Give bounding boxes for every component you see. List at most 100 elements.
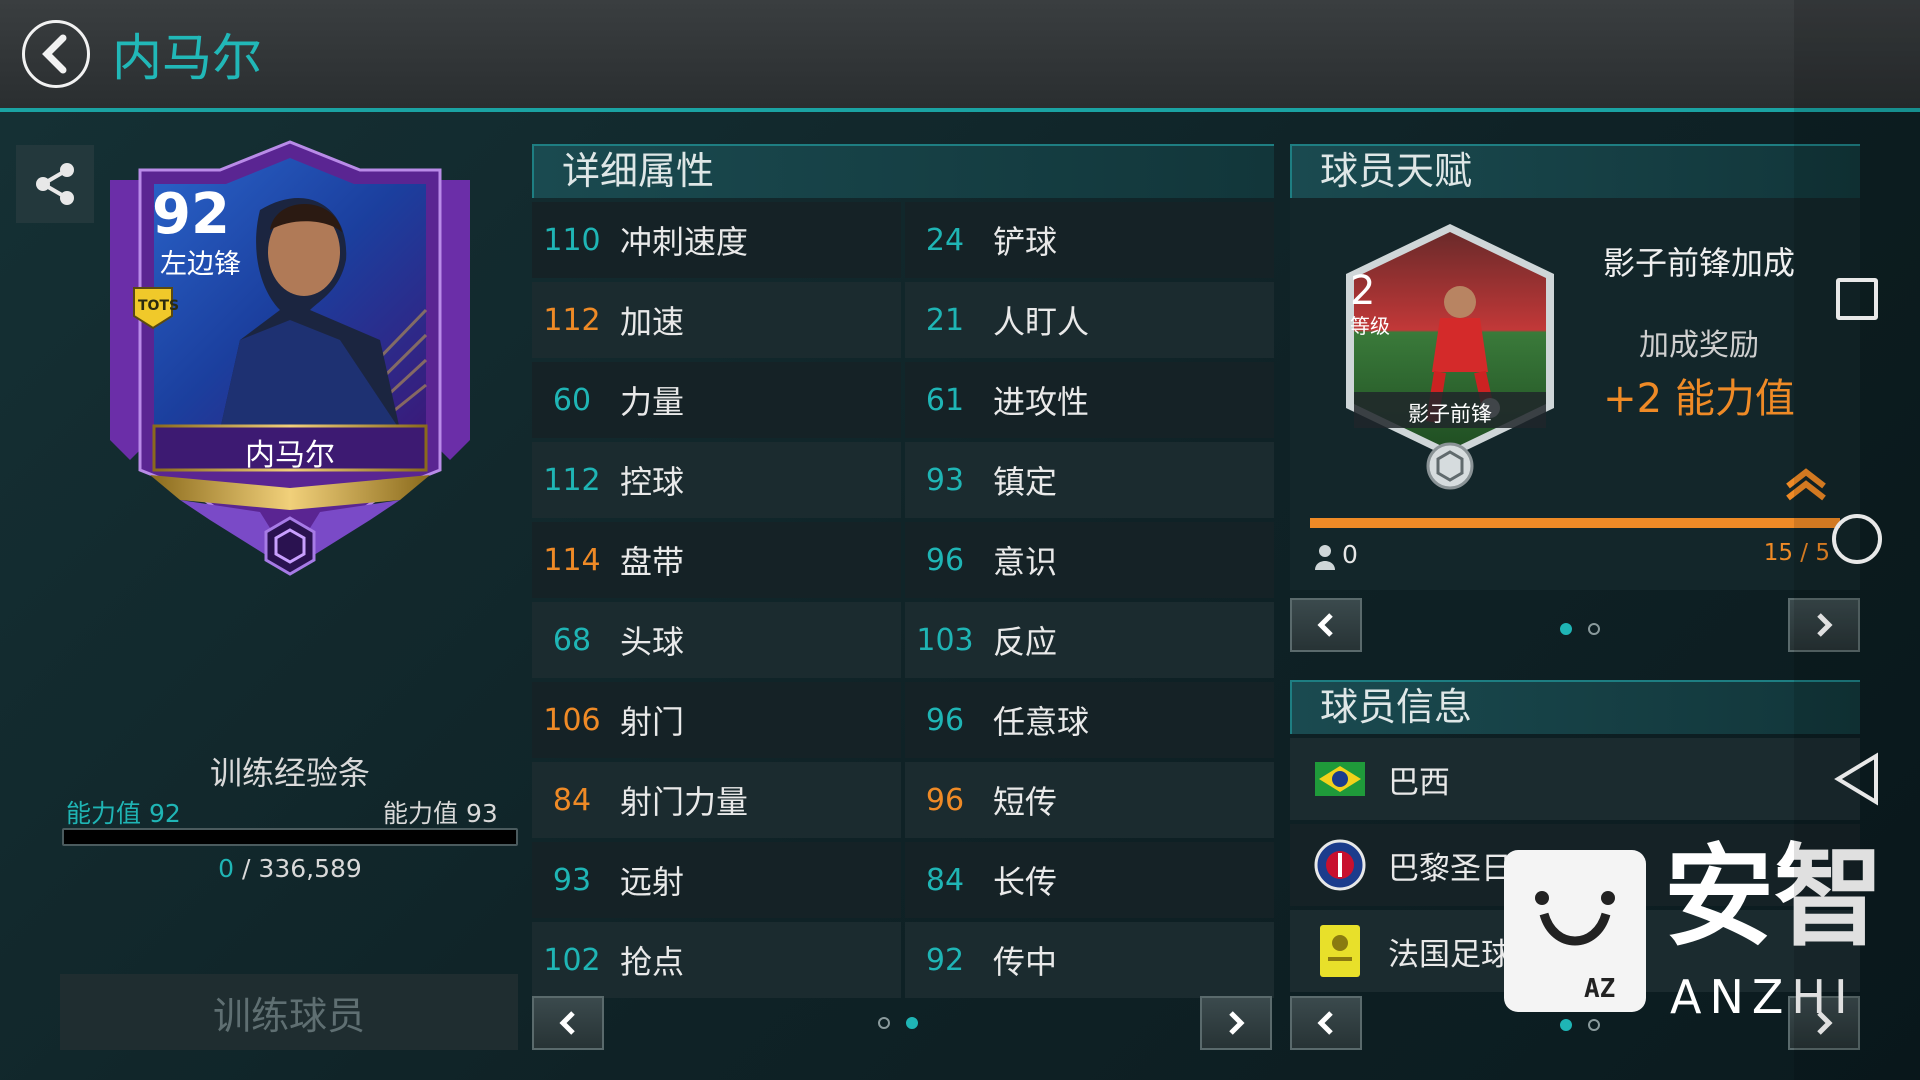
attribute-item: 96 短传 <box>905 762 1274 838</box>
attribute-item: 114 盘带 <box>532 522 901 598</box>
page-dot <box>1588 623 1600 635</box>
attribute-name: 冲刺速度 <box>620 223 749 261</box>
attribute-value: 112 <box>543 302 601 338</box>
talent-page-dots <box>1552 620 1608 639</box>
attribute-name: 传中 <box>993 943 1058 981</box>
attribute-value: 96 <box>925 542 965 578</box>
attribute-name: 长传 <box>993 863 1058 901</box>
attributes-panel: 详细属性 110 冲刺速度 24 铲球 112 加速 21 人盯人 60 力量 61 进攻性 112 控球… <box>532 144 1274 998</box>
xp-progress-bar <box>62 828 518 846</box>
attribute-value: 60 <box>552 382 592 418</box>
info-prev-button[interactable] <box>1290 996 1362 1050</box>
attribute-value: 93 <box>925 462 965 498</box>
attribute-item: 68 头球 <box>532 602 901 678</box>
person-icon <box>1315 545 1335 570</box>
talent-bonus-value: +2 能力值 <box>1603 376 1795 422</box>
attribute-name: 铲球 <box>993 223 1058 261</box>
xp-separator: / <box>242 854 251 883</box>
attribute-row: 110 冲刺速度 24 铲球 <box>532 202 1274 278</box>
attribute-row: 93 远射 84 长传 <box>532 842 1274 918</box>
train-player-button[interactable]: 训练球员 <box>60 974 518 1050</box>
talent-bonus-label: 加成奖励 <box>1639 328 1759 363</box>
attribute-value: 103 <box>916 622 974 658</box>
top-bar <box>0 0 1920 112</box>
attribute-item: 93 远射 <box>532 842 901 918</box>
chevron-right-icon <box>1229 1011 1245 1035</box>
attribute-name: 头球 <box>620 623 685 661</box>
attribute-item: 103 反应 <box>905 602 1274 678</box>
player-info-title: 球员信息 <box>1290 680 1860 734</box>
tots-badge: TOTS <box>138 298 180 314</box>
triangle-icon[interactable] <box>1834 752 1880 806</box>
attribute-row: 102 抢点 92 传中 <box>532 922 1274 998</box>
page-dot <box>1588 1019 1600 1031</box>
talent-level: 2 <box>1350 268 1376 314</box>
attribute-name: 力量 <box>620 383 685 421</box>
attributes-prev-button[interactable] <box>532 996 604 1050</box>
page-dot <box>878 1017 890 1029</box>
talent-body: 2 等级 影子前锋 影子前锋加成 加成奖励 +2 能力值 0 15 / 5 <box>1290 198 1860 590</box>
talent-points: 0 <box>1342 540 1358 569</box>
attribute-item: 60 力量 <box>532 362 901 438</box>
talent-progress-fill <box>1310 518 1840 528</box>
attribute-name: 抢点 <box>620 943 685 981</box>
back-button[interactable] <box>22 20 90 88</box>
attribute-value: 114 <box>543 542 601 578</box>
circle-icon[interactable] <box>1832 514 1882 564</box>
attributes-list: 110 冲刺速度 24 铲球 112 加速 21 人盯人 60 力量 61 进攻性 112 控球 93 镇定 1… <box>532 202 1274 998</box>
attribute-item: 102 抢点 <box>532 922 901 998</box>
attribute-row: 60 力量 61 进攻性 <box>532 362 1274 438</box>
card-position: 左边锋 <box>160 249 241 280</box>
attribute-name: 控球 <box>620 463 685 501</box>
attribute-item: 96 意识 <box>905 522 1274 598</box>
attribute-value: 61 <box>925 382 965 418</box>
attribute-item: 61 进攻性 <box>905 362 1274 438</box>
brazil-flag-icon <box>1314 753 1366 805</box>
xp-next-rating: 能力值 93 <box>383 799 498 828</box>
talent-badge[interactable] <box>1340 222 1560 492</box>
attribute-item: 84 长传 <box>905 842 1274 918</box>
attribute-row: 84 射门力量 96 短传 <box>532 762 1274 838</box>
talent-panel: 球员天赋 <box>1290 144 1860 198</box>
attribute-name: 射门 <box>620 703 685 741</box>
share-icon <box>36 163 74 205</box>
talent-prev-button[interactable] <box>1290 598 1362 652</box>
attribute-name: 盘带 <box>620 543 685 581</box>
attribute-value: 24 <box>925 222 965 258</box>
info-page-dots <box>1552 1016 1608 1035</box>
attribute-name: 射门力量 <box>620 783 749 821</box>
page-dot-active <box>906 1017 918 1029</box>
attributes-next-button[interactable] <box>1200 996 1272 1050</box>
talent-badge-name: 影子前锋 <box>1408 402 1492 426</box>
attribute-row: 106 射门 96 任意球 <box>532 682 1274 758</box>
page-title: 内马尔 <box>112 29 262 87</box>
attribute-value: 102 <box>543 942 601 978</box>
info-nation: 巴西 <box>1388 764 1450 801</box>
xp-count: 0 / 336,589 <box>150 854 430 883</box>
square-icon[interactable] <box>1836 278 1878 320</box>
xp-current-rating: 能力值 92 <box>66 799 181 828</box>
attribute-value: 106 <box>543 702 601 738</box>
attribute-name: 短传 <box>993 783 1058 821</box>
player-card[interactable]: 92 左边锋 TOTS 内马尔 <box>110 140 470 580</box>
attribute-value: 93 <box>552 862 592 898</box>
share-button[interactable] <box>16 145 94 223</box>
attribute-name: 远射 <box>620 863 685 901</box>
xp-current: 0 <box>218 854 235 883</box>
chevron-left-icon <box>42 34 67 74</box>
attribute-row: 68 头球 103 反应 <box>532 602 1274 678</box>
attribute-item: 112 控球 <box>532 442 901 518</box>
talent-progress-bar <box>1310 518 1840 528</box>
xp-total: 336,589 <box>258 854 362 883</box>
info-row-nation[interactable]: 巴西 <box>1290 738 1860 820</box>
attributes-title: 详细属性 <box>532 144 1274 198</box>
card-player-name: 内马尔 <box>245 438 335 473</box>
talent-skill-name: 影子前锋加成 <box>1602 244 1795 282</box>
watermark-tag: AZ <box>1584 974 1616 1004</box>
attributes-page-dots <box>870 1014 926 1033</box>
page-dot-active <box>1560 1019 1572 1031</box>
attribute-value: 68 <box>552 622 592 658</box>
attribute-row: 112 控球 93 镇定 <box>532 442 1274 518</box>
attribute-name: 反应 <box>993 623 1058 661</box>
card-rating: 92 <box>152 182 230 247</box>
